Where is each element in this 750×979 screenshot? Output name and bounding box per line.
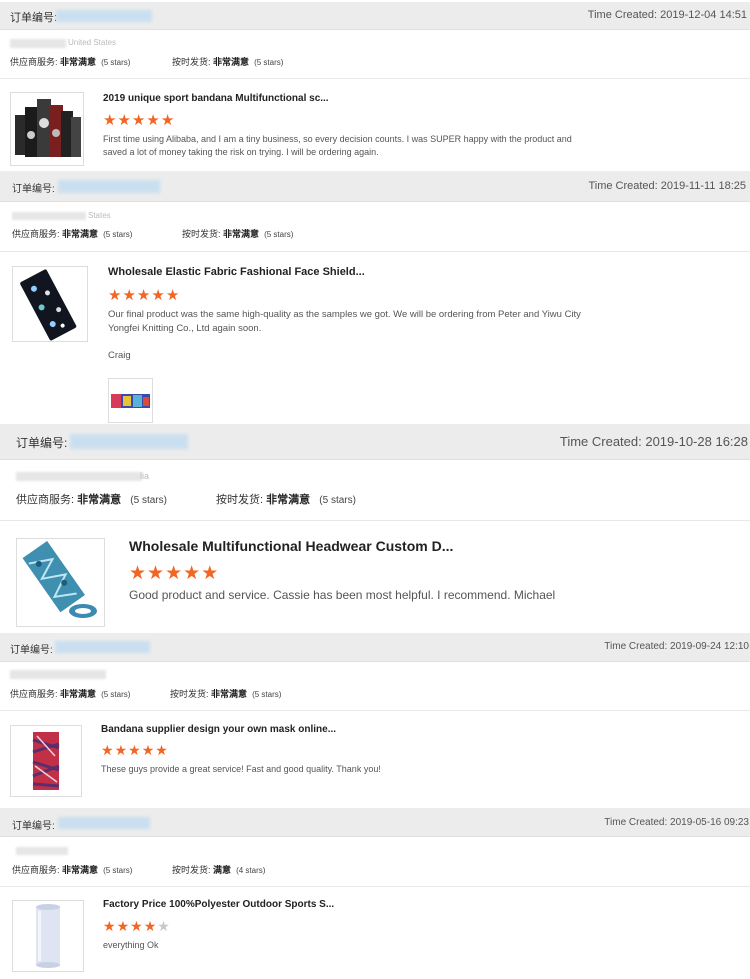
buyer-name-redacted — [10, 39, 66, 48]
star-filled-icon: ★ — [101, 742, 115, 758]
review-comment: Our final product was the same high-qual… — [108, 309, 581, 334]
star-filled-icon: ★ — [165, 287, 181, 304]
supplier-service-rating: 供应商服务: 非常满意 (5 stars) — [12, 229, 133, 239]
divider — [0, 710, 750, 711]
star-filled-icon: ★ — [201, 563, 220, 584]
review-comment: Good product and service. Cassie has bee… — [129, 588, 556, 602]
buyer-name-redacted — [16, 472, 142, 481]
star-rating: ★★★★★ — [103, 918, 171, 935]
order-header: 订单编号: Time Created: 2019-09-24 12:10 — [0, 633, 750, 662]
product-title-link[interactable]: Wholesale Elastic Fabric Fashional Face … — [108, 266, 365, 278]
order-header: 订单编号: Time Created: 2019-05-16 09:23 — [0, 808, 750, 837]
product-thumbnail[interactable] — [10, 725, 82, 797]
time-created: Time Created: 2019-11-11 18:25 — [588, 180, 746, 192]
star-filled-icon: ★ — [116, 918, 131, 934]
ontime-shipment-rating: 按时发货: 非常满意 (5 stars) — [172, 57, 284, 67]
ontime-shipment-rating: 按时发货: 非常满意 (5 stars) — [216, 494, 356, 506]
star-filled-icon: ★ — [131, 112, 147, 129]
time-created: Time Created: 2019-10-28 16:28 — [559, 434, 748, 449]
buyer-country: United States — [68, 38, 117, 47]
order-header: 订单编号: Time Created: 2019-12-04 14:51 — [0, 2, 750, 30]
order-number-redacted — [58, 180, 160, 193]
star-filled-icon: ★ — [151, 287, 166, 304]
ontime-shipment-rating: 按时发货: 非常满意 (5 stars) — [182, 229, 294, 239]
review-comment: First time using Alibaba, and I am a tin… — [103, 134, 572, 158]
supplier-service-rating: 供应商服务: 非常满意 (5 stars) — [12, 865, 133, 875]
star-rating: ★★★★★ — [103, 111, 175, 129]
review-card: 订单编号: Time Created: 2019-12-04 14:51 Uni… — [0, 0, 750, 170]
product-title-link[interactable]: Factory Price 100%Polyester Outdoor Spor… — [103, 899, 334, 910]
buyer-country: States — [88, 211, 111, 220]
star-rating: ★★★★★ — [101, 742, 169, 759]
star-filled-icon: ★ — [128, 742, 142, 758]
order-number-redacted — [56, 10, 152, 22]
ontime-shipment-rating: 按时发货: 满意 (4 stars) — [172, 865, 266, 875]
product-title-link[interactable]: 2019 unique sport bandana Multifunctiona… — [103, 93, 329, 104]
buyer-country: lia — [140, 471, 150, 481]
product-thumbnail[interactable] — [12, 900, 84, 972]
order-number-label: 订单编号: — [10, 12, 58, 24]
star-filled-icon: ★ — [141, 742, 156, 758]
product-title-link[interactable]: Bandana supplier design your own mask on… — [101, 724, 336, 735]
star-filled-icon: ★ — [183, 563, 202, 584]
star-filled-icon: ★ — [160, 112, 176, 129]
buyer-name-redacted — [12, 212, 86, 220]
order-header: 订单编号: Time Created: 2019-10-28 16:28 — [0, 424, 750, 460]
divider — [0, 520, 750, 521]
star-filled-icon: ★ — [122, 287, 137, 304]
divider — [0, 251, 750, 252]
supplier-service-rating: 供应商服务: 非常满意 (5 stars) — [10, 689, 131, 699]
order-number-label: 订单编号: — [12, 821, 55, 832]
star-filled-icon: ★ — [146, 112, 161, 129]
review-card: 订单编号: Time Created: 2019-09-24 12:10 供应商… — [0, 632, 750, 807]
star-rating: ★★★★★ — [108, 286, 180, 304]
order-header: 订单编号: Time Created: 2019-11-11 18:25 — [0, 171, 750, 202]
order-number-redacted — [70, 434, 188, 449]
ontime-shipment-rating: 按时发货: 非常满意 (5 stars) — [170, 689, 282, 699]
star-filled-icon: ★ — [114, 742, 129, 758]
review-signature: Craig — [108, 350, 131, 361]
order-number-label: 订单编号: — [16, 436, 68, 450]
order-number-redacted — [55, 641, 150, 653]
order-number-label: 订单编号: — [12, 184, 55, 195]
star-filled-icon: ★ — [130, 918, 144, 934]
review-card: 订单编号: Time Created: 2019-05-16 09:23 供应商… — [0, 807, 750, 979]
supplier-service-rating: 供应商服务: 非常满意 (5 stars) — [16, 494, 167, 506]
star-filled-icon: ★ — [103, 112, 118, 129]
supplier-service-rating: 供应商服务: 非常满意 (5 stars) — [10, 57, 131, 67]
star-filled-icon: ★ — [108, 287, 123, 304]
product-title-link[interactable]: Wholesale Multifunctional Headwear Custo… — [129, 538, 453, 554]
star-filled-icon: ★ — [147, 563, 166, 584]
product-thumbnail[interactable] — [12, 266, 88, 342]
star-filled-icon: ★ — [103, 918, 117, 934]
divider — [0, 886, 750, 887]
review-comment: everything Ok — [103, 940, 159, 950]
product-thumbnail[interactable] — [10, 92, 84, 166]
star-filled-icon: ★ — [165, 563, 184, 584]
review-photo[interactable] — [108, 378, 153, 423]
review-card: 订单编号: Time Created: 2019-11-11 18:25 Sta… — [0, 170, 750, 424]
star-empty-icon: ★ — [157, 918, 171, 934]
time-created: Time Created: 2019-05-16 09:23 — [604, 817, 749, 828]
review-comment: These guys provide a great service! Fast… — [101, 764, 381, 774]
buyer-name-redacted — [16, 847, 68, 855]
order-number-redacted — [58, 817, 150, 829]
star-rating: ★★★★★ — [129, 562, 219, 585]
star-filled-icon: ★ — [136, 287, 152, 304]
product-thumbnail[interactable] — [16, 538, 105, 627]
star-filled-icon: ★ — [155, 742, 169, 758]
buyer-name-redacted — [10, 670, 106, 679]
star-filled-icon: ★ — [143, 918, 158, 934]
star-filled-icon: ★ — [129, 563, 148, 584]
star-filled-icon: ★ — [117, 112, 132, 129]
time-created: Time Created: 2019-12-04 14:51 — [587, 9, 747, 21]
order-number-label: 订单编号: — [10, 645, 53, 656]
review-card: 订单编号: Time Created: 2019-10-28 16:28 lia… — [0, 424, 750, 632]
time-created: Time Created: 2019-09-24 12:10 — [604, 641, 749, 652]
divider — [0, 78, 750, 79]
